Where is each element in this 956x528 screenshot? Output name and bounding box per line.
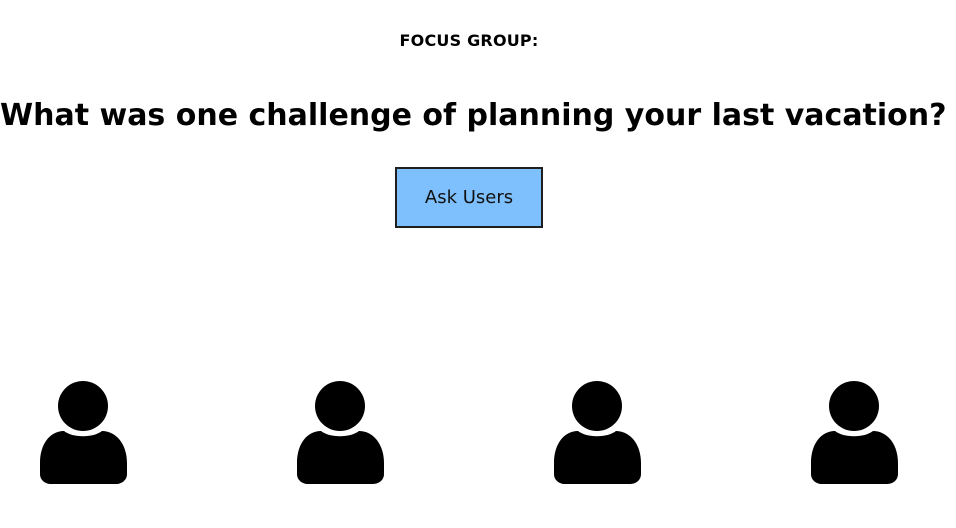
user-avatars-row (0, 380, 956, 486)
user-silhouette-icon (554, 381, 641, 484)
user-avatar (811, 380, 899, 485)
user-avatar (554, 380, 642, 485)
user-silhouette-icon (811, 381, 898, 484)
section-label: FOCUS GROUP: (399, 31, 539, 50)
question-heading: What was one challenge of planning your … (0, 98, 947, 133)
user-avatar (40, 380, 128, 485)
user-silhouette-icon (297, 381, 384, 484)
user-silhouette-icon (40, 381, 127, 484)
ask-users-button[interactable]: Ask Users (395, 167, 543, 228)
user-avatar (297, 380, 385, 485)
